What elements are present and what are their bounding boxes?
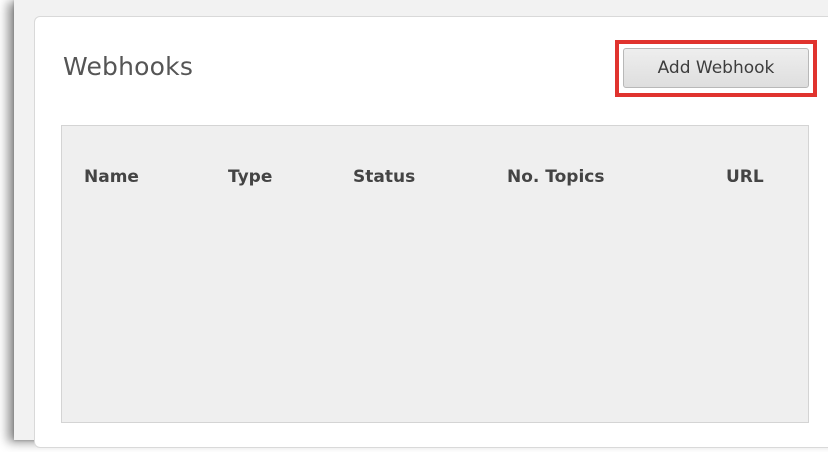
add-webhook-button[interactable]: Add Webhook	[623, 48, 809, 88]
panel-title: Webhooks	[63, 52, 194, 81]
webhooks-panel: Webhooks Add Webhook Name Type Status No…	[34, 16, 828, 448]
column-header-topics[interactable]: No. Topics	[507, 167, 605, 187]
screenshot-stage: Webhooks Add Webhook Name Type Status No…	[0, 0, 828, 452]
column-header-type[interactable]: Type	[228, 167, 272, 187]
webhooks-table: Name Type Status No. Topics URL	[61, 125, 809, 423]
column-header-status[interactable]: Status	[353, 167, 415, 187]
column-header-name[interactable]: Name	[84, 167, 139, 187]
column-header-url[interactable]: URL	[726, 167, 764, 187]
